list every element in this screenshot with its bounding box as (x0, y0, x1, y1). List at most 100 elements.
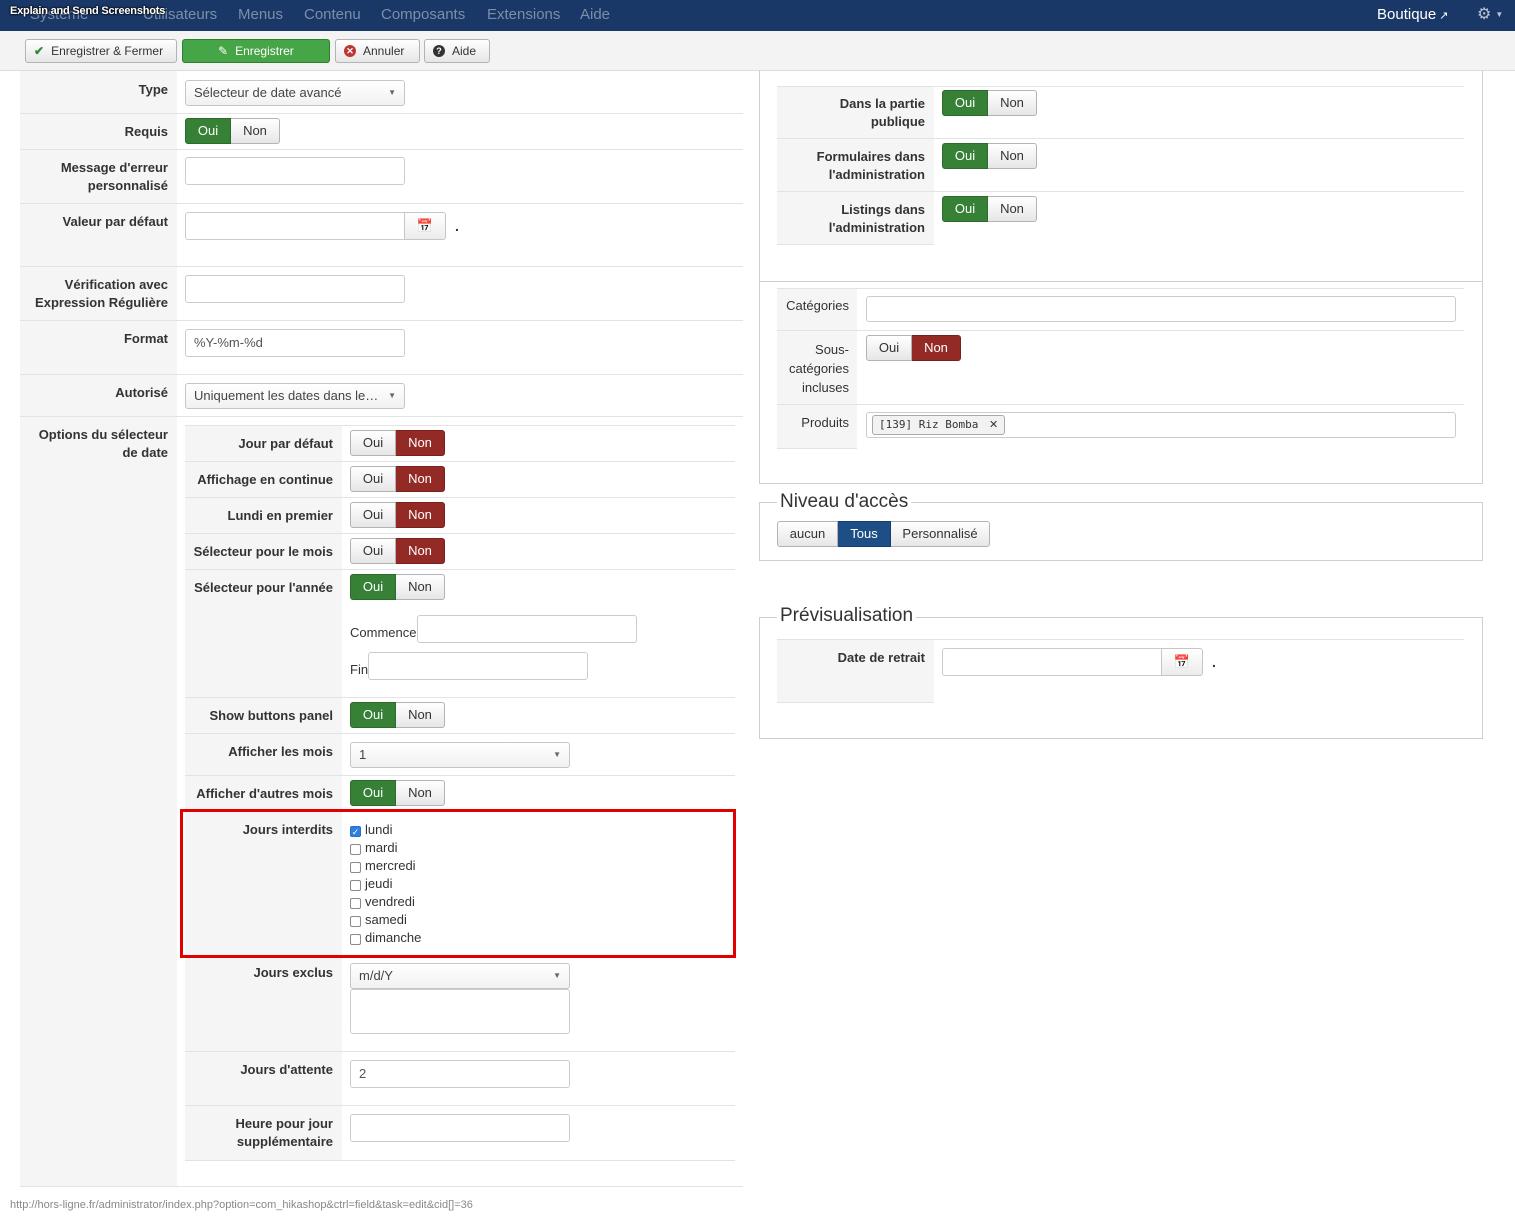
allowed-select[interactable]: Uniquement les dates dans le… ▼ (185, 383, 405, 409)
show-buttons-no[interactable]: Non (396, 702, 445, 728)
status-bar-url: http://hors-ligne.fr/administrator/index… (10, 1199, 473, 1211)
default-value-input[interactable] (185, 212, 405, 240)
regex-label: Vérification avec Expression Régulière (35, 277, 168, 310)
edit-icon: ✎ (218, 44, 229, 58)
datepicker-options-label: Options du sélecteur de date (38, 427, 168, 460)
pickup-date-input[interactable] (942, 648, 1162, 676)
show-buttons-yes[interactable]: Oui (350, 702, 396, 728)
subcategories-yes[interactable]: Oui (866, 335, 912, 361)
month-picker-toggle: Oui Non (350, 538, 445, 564)
overlay-title: Explain and Send Screenshots (10, 5, 166, 17)
monday-first-yes[interactable]: Oui (350, 502, 396, 528)
nav-item-extensions[interactable]: Extensions (487, 6, 560, 23)
access-none[interactable]: aucun (777, 521, 838, 547)
highlight-box (180, 809, 736, 958)
preview-legend: Prévisualisation (777, 605, 917, 627)
categories-input[interactable] (866, 296, 1456, 322)
waiting-days-label: Jours d'attente (240, 1062, 333, 1077)
save-close-button[interactable]: ✔ Enregistrer & Fermer (25, 39, 177, 63)
show-buttons-toggle: Oui Non (350, 702, 445, 728)
product-tag[interactable]: [139] Riz Bomba ✕ (872, 415, 1006, 435)
type-select[interactable]: Sélecteur de date avancé ▼ (185, 80, 405, 106)
access-all[interactable]: Tous (838, 521, 891, 547)
default-day-label: Jour par défaut (238, 436, 333, 451)
monday-first-label: Lundi en premier (227, 508, 333, 523)
other-months-no[interactable]: Non (396, 780, 445, 806)
subcategories-label: Sous- catégories incluses (789, 342, 849, 395)
other-months-toggle: Oui Non (350, 780, 445, 806)
access-level-toggle: aucun Tous Personnalisé (777, 521, 990, 547)
format-input[interactable]: %Y-%m-%d (185, 329, 405, 357)
nav-item-content[interactable]: Contenu (304, 6, 361, 23)
excluded-days-textarea[interactable] (350, 989, 570, 1034)
other-months-label: Afficher d'autres mois (196, 786, 333, 801)
admin-listings-yes[interactable]: Oui (942, 196, 988, 222)
toolbar: ✔ Enregistrer & Fermer ✎ Enregistrer ✕ A… (0, 31, 1515, 71)
subcategories-no[interactable]: Non (912, 335, 961, 361)
waiting-days-input[interactable]: 2 (350, 1060, 570, 1088)
month-picker-yes[interactable]: Oui (350, 538, 396, 564)
cancel-button[interactable]: ✕ Annuler (335, 39, 420, 63)
help-button[interactable]: ? Aide (424, 39, 490, 63)
gear-icon[interactable]: ⚙ ▼ (1477, 4, 1503, 24)
nav-item-menus[interactable]: Menus (238, 6, 283, 23)
admin-listings-no[interactable]: Non (988, 196, 1037, 222)
show-months-label: Afficher les mois (228, 744, 333, 759)
access-level-legend: Niveau d'accès (777, 491, 912, 513)
year-picker-no[interactable]: Non (396, 574, 445, 600)
dropdown-arrow-icon: ▼ (553, 750, 561, 759)
calendar-icon[interactable]: 📅 (404, 212, 446, 240)
required-yes[interactable]: Oui (185, 118, 231, 144)
admin-forms-toggle: Oui Non (942, 143, 1037, 169)
admin-forms-no[interactable]: Non (988, 143, 1037, 169)
extra-day-hour-label: Heure pour jour supplémentaire (235, 1116, 333, 1149)
nav-item-components[interactable]: Composants (381, 6, 465, 23)
calendar-icon[interactable]: 📅 (1161, 648, 1203, 676)
continuous-no[interactable]: Non (396, 466, 445, 492)
other-months-yes[interactable]: Oui (350, 780, 396, 806)
default-day-yes[interactable]: Oui (350, 430, 396, 456)
type-label: Type (138, 82, 168, 97)
categories-label: Catégories (786, 298, 849, 313)
public-yes[interactable]: Oui (942, 90, 988, 116)
year-picker-label: Sélecteur pour l'année (194, 580, 333, 595)
top-navbar: Système Utilisateurs Menus Contenu Compo… (0, 0, 1515, 31)
month-picker-no[interactable]: Non (396, 538, 445, 564)
save-button[interactable]: ✎ Enregistrer (182, 39, 330, 63)
monday-first-toggle: Oui Non (350, 502, 445, 528)
required-dot: . (455, 218, 459, 234)
public-no[interactable]: Non (988, 90, 1037, 116)
excluded-days-label: Jours exclus (253, 965, 334, 980)
admin-forms-yes[interactable]: Oui (942, 143, 988, 169)
show-months-select[interactable]: 1 ▼ (350, 742, 570, 768)
monday-first-no[interactable]: Non (396, 502, 445, 528)
required-dot: . (1212, 654, 1216, 670)
default-day-no[interactable]: Non (396, 430, 445, 456)
check-icon: ✔ (34, 44, 45, 58)
required-no[interactable]: Non (231, 118, 280, 144)
year-start-label: Commence (350, 625, 417, 640)
dropdown-arrow-icon: ▼ (388, 88, 396, 97)
continuous-label: Affichage en continue (197, 472, 333, 487)
admin-listings-label: Listings dans l'administration (828, 202, 925, 235)
excluded-format-select[interactable]: m/d/Y ▼ (350, 963, 570, 989)
required-toggle: Oui Non (185, 118, 280, 144)
left-label-column (20, 71, 177, 1187)
year-picker-yes[interactable]: Oui (350, 574, 396, 600)
year-start-input[interactable] (417, 615, 637, 643)
year-end-input[interactable] (368, 652, 588, 680)
external-link-icon: ↗ (1439, 10, 1449, 22)
public-toggle: Oui Non (942, 90, 1037, 116)
required-label: Requis (124, 124, 168, 139)
nav-item-help[interactable]: Aide (580, 6, 610, 23)
admin-listings-toggle: Oui Non (942, 196, 1037, 222)
extra-day-hour-input[interactable] (350, 1114, 570, 1142)
remove-tag-icon[interactable]: ✕ (989, 418, 998, 431)
boutique-link[interactable]: Boutique ↗ (1377, 6, 1448, 23)
continuous-yes[interactable]: Oui (350, 466, 396, 492)
products-label: Produits (801, 415, 849, 430)
regex-input[interactable] (185, 275, 405, 303)
access-custom[interactable]: Personnalisé (891, 521, 990, 547)
error-message-input[interactable] (185, 157, 405, 185)
format-label: Format (123, 331, 168, 346)
